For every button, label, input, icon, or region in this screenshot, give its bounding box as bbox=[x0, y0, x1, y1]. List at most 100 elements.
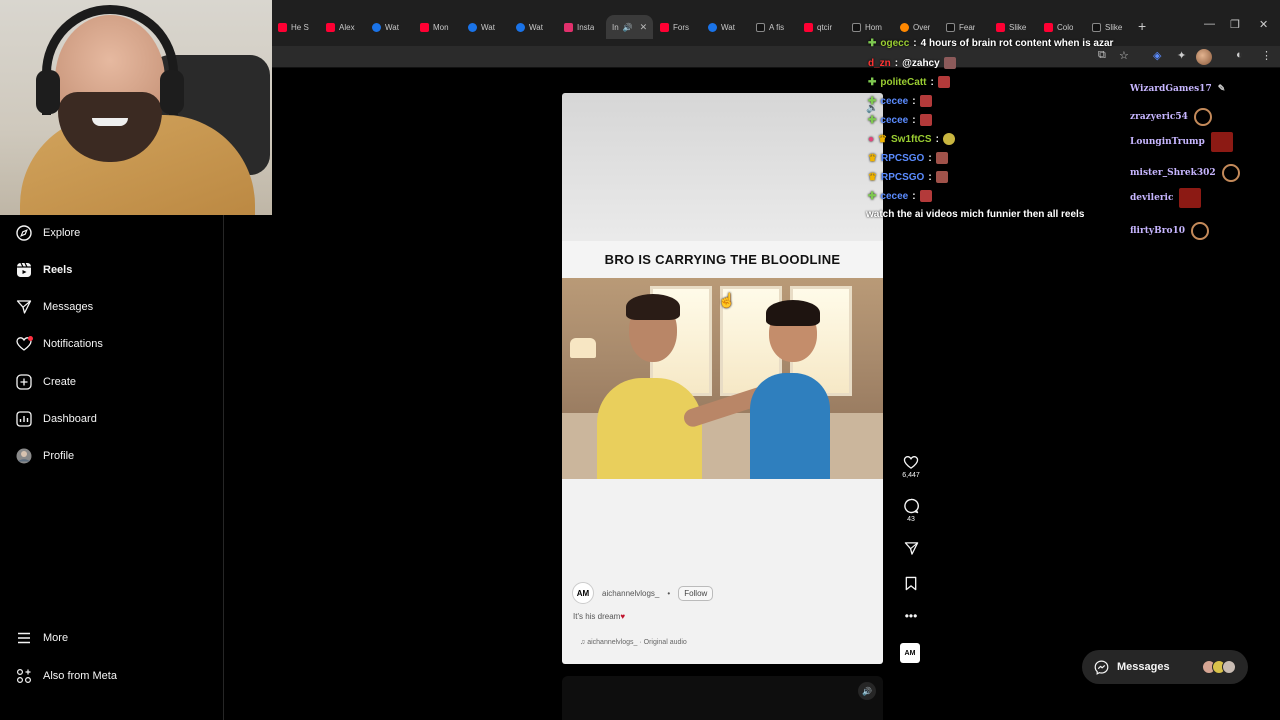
author-avatar[interactable]: AM bbox=[572, 582, 594, 604]
close-window-icon[interactable]: ✕ bbox=[1259, 18, 1268, 31]
reel-caption-band: BRO IS CARRYING THE BLOODLINE bbox=[562, 241, 883, 278]
browser-tab[interactable]: Over bbox=[900, 17, 930, 37]
emote-icon bbox=[919, 190, 932, 202]
browser-tab[interactable]: Insta bbox=[564, 17, 594, 37]
browser-tab[interactable]: Colo bbox=[1044, 17, 1073, 37]
sidebar-item-notifications[interactable]: Notifications bbox=[16, 336, 103, 352]
webcam-overlay bbox=[0, 0, 272, 215]
ring-emote-icon bbox=[1190, 222, 1209, 240]
chat-message: ● ♛ Sw1ftCS: bbox=[868, 133, 955, 145]
ring-emote-icon bbox=[1193, 108, 1212, 126]
headset-earcup bbox=[36, 70, 60, 114]
youtube-icon bbox=[278, 22, 287, 32]
browser-tab[interactable]: Wat bbox=[708, 17, 735, 37]
youtube-icon bbox=[1044, 22, 1053, 32]
author-username[interactable]: aichannelvlogs_ bbox=[602, 589, 659, 598]
sidebar-item-explore[interactable]: Explore bbox=[16, 225, 80, 241]
minimize-icon[interactable]: — bbox=[1204, 18, 1215, 30]
reel-author: AM aichannelvlogs_ • Follow bbox=[572, 582, 714, 604]
tiktok-icon bbox=[1092, 22, 1101, 32]
bookmark-star-icon[interactable]: ☆ bbox=[1119, 49, 1129, 62]
browser-tab[interactable]: Wat bbox=[468, 17, 495, 37]
chat-message-plain: watch the ai videos mich funnier then al… bbox=[866, 209, 1085, 220]
profile-avatar bbox=[16, 448, 32, 464]
extensions-puzzle-icon[interactable]: ✦ bbox=[1177, 49, 1186, 62]
comment-icon bbox=[904, 498, 919, 514]
browser-tab[interactable]: Fors bbox=[660, 17, 689, 37]
profile-avatar[interactable] bbox=[1196, 49, 1212, 65]
comment-count: 43 bbox=[907, 516, 915, 523]
sidebar-item-also-from-meta[interactable]: Also from Meta bbox=[16, 668, 117, 684]
follow-button[interactable]: Follow bbox=[678, 585, 714, 601]
share-button[interactable] bbox=[898, 541, 924, 558]
save-button[interactable] bbox=[898, 576, 924, 593]
sidebar-item-create[interactable]: Create bbox=[16, 374, 76, 390]
next-reel-preview[interactable] bbox=[562, 676, 883, 720]
crown-badge-icon: ♛ bbox=[868, 152, 877, 164]
emote-icon bbox=[935, 152, 948, 164]
sidebar-item-label: More bbox=[43, 632, 69, 644]
install-app-icon[interactable]: ⧉ bbox=[1098, 49, 1106, 62]
sidebar-item-label: Dashboard bbox=[43, 413, 97, 425]
heart-icon bbox=[16, 336, 33, 352]
like-button[interactable]: 6,447 bbox=[898, 455, 924, 479]
sidebar-item-dashboard[interactable]: Dashboard bbox=[16, 411, 97, 427]
comment-button[interactable]: 43 bbox=[898, 498, 924, 523]
browser-tab[interactable]: Fear bbox=[946, 17, 975, 37]
youtube-icon bbox=[326, 22, 335, 32]
sidebar-item-more[interactable]: More bbox=[16, 630, 68, 646]
youtube-icon bbox=[804, 22, 813, 32]
plus-square-icon bbox=[16, 374, 32, 390]
viewer-entry: devileric bbox=[1130, 188, 1202, 208]
browser-tab[interactable]: Mon bbox=[420, 17, 449, 37]
sidebar-item-label: Also from Meta bbox=[43, 670, 117, 682]
browser-tab[interactable]: qtcir bbox=[804, 17, 832, 37]
hamburger-menu-icon bbox=[16, 630, 32, 646]
browser-tab-active[interactable]: In 🔊 ✕ bbox=[606, 15, 654, 39]
browser-tab[interactable]: He S bbox=[278, 17, 309, 37]
reel-audio[interactable]: ♫ aichannelvlogs_ · Original audio bbox=[580, 639, 687, 646]
boy-hair bbox=[766, 300, 820, 326]
emote-icon: ✎ bbox=[1217, 84, 1226, 94]
meta-apps-icon bbox=[16, 668, 32, 684]
audio-thumbnail[interactable]: AM bbox=[900, 643, 920, 663]
speaker-icon[interactable]: 🔊 bbox=[623, 23, 633, 32]
sidebar-item-reels[interactable]: Reels bbox=[16, 262, 72, 278]
volume-icon[interactable]: 🔊 bbox=[858, 682, 876, 700]
close-icon[interactable]: ✕ bbox=[640, 22, 648, 33]
viewer-entry: mister_Shrek302 bbox=[1130, 164, 1240, 182]
browser-tab[interactable]: Wat bbox=[516, 17, 543, 37]
new-tab-button[interactable]: + bbox=[1138, 18, 1146, 34]
streamer-smile bbox=[92, 118, 128, 126]
ring-emote-icon bbox=[1221, 164, 1240, 182]
messenger-icon bbox=[1094, 660, 1109, 675]
sidebar-item-messages[interactable]: Messages bbox=[16, 299, 93, 315]
sidebar-item-profile[interactable]: Profile bbox=[16, 448, 74, 464]
more-options-icon[interactable]: ••• bbox=[898, 609, 924, 623]
youtube-icon bbox=[996, 22, 1005, 32]
messages-floating-button[interactable]: Messages bbox=[1082, 650, 1248, 684]
browser-tab[interactable]: Alex bbox=[326, 17, 355, 37]
browser-tab[interactable]: Slike bbox=[996, 17, 1026, 37]
chat-message: ✚ politeCatt: bbox=[868, 76, 950, 88]
reel-video[interactable]: 🔉 BRO IS CARRYING THE BLOODLINE AM aicha… bbox=[562, 93, 883, 664]
sidebar-item-label: Profile bbox=[43, 450, 75, 462]
browser-menu-icon[interactable]: ◐ bbox=[1236, 49, 1243, 61]
red-heart-emoji-icon: ♥ bbox=[620, 612, 626, 621]
reel-description[interactable]: It's his dream♥ bbox=[573, 612, 625, 621]
browser-tab[interactable]: A fis bbox=[756, 17, 784, 37]
browser-tab[interactable]: Hom bbox=[852, 17, 882, 37]
kebab-menu-icon[interactable]: ⋮ bbox=[1261, 49, 1272, 62]
browser-tab[interactable]: Wat bbox=[372, 17, 399, 37]
chat-avatar bbox=[1222, 660, 1236, 674]
hand-cursor-icon: ☝ bbox=[718, 292, 736, 308]
emote-icon bbox=[1210, 132, 1233, 152]
emote-icon bbox=[942, 133, 955, 145]
browser-tab[interactable]: Slike bbox=[1092, 17, 1122, 37]
restore-icon[interactable]: ❐ bbox=[1230, 18, 1240, 31]
like-count: 6,447 bbox=[902, 472, 920, 479]
chat-badge-icon: ● bbox=[868, 133, 875, 145]
extension-icon[interactable]: ◈ bbox=[1153, 49, 1161, 62]
emote-icon bbox=[1179, 188, 1202, 208]
viewer-entry: WizardGames17 ✎ bbox=[1130, 84, 1226, 94]
